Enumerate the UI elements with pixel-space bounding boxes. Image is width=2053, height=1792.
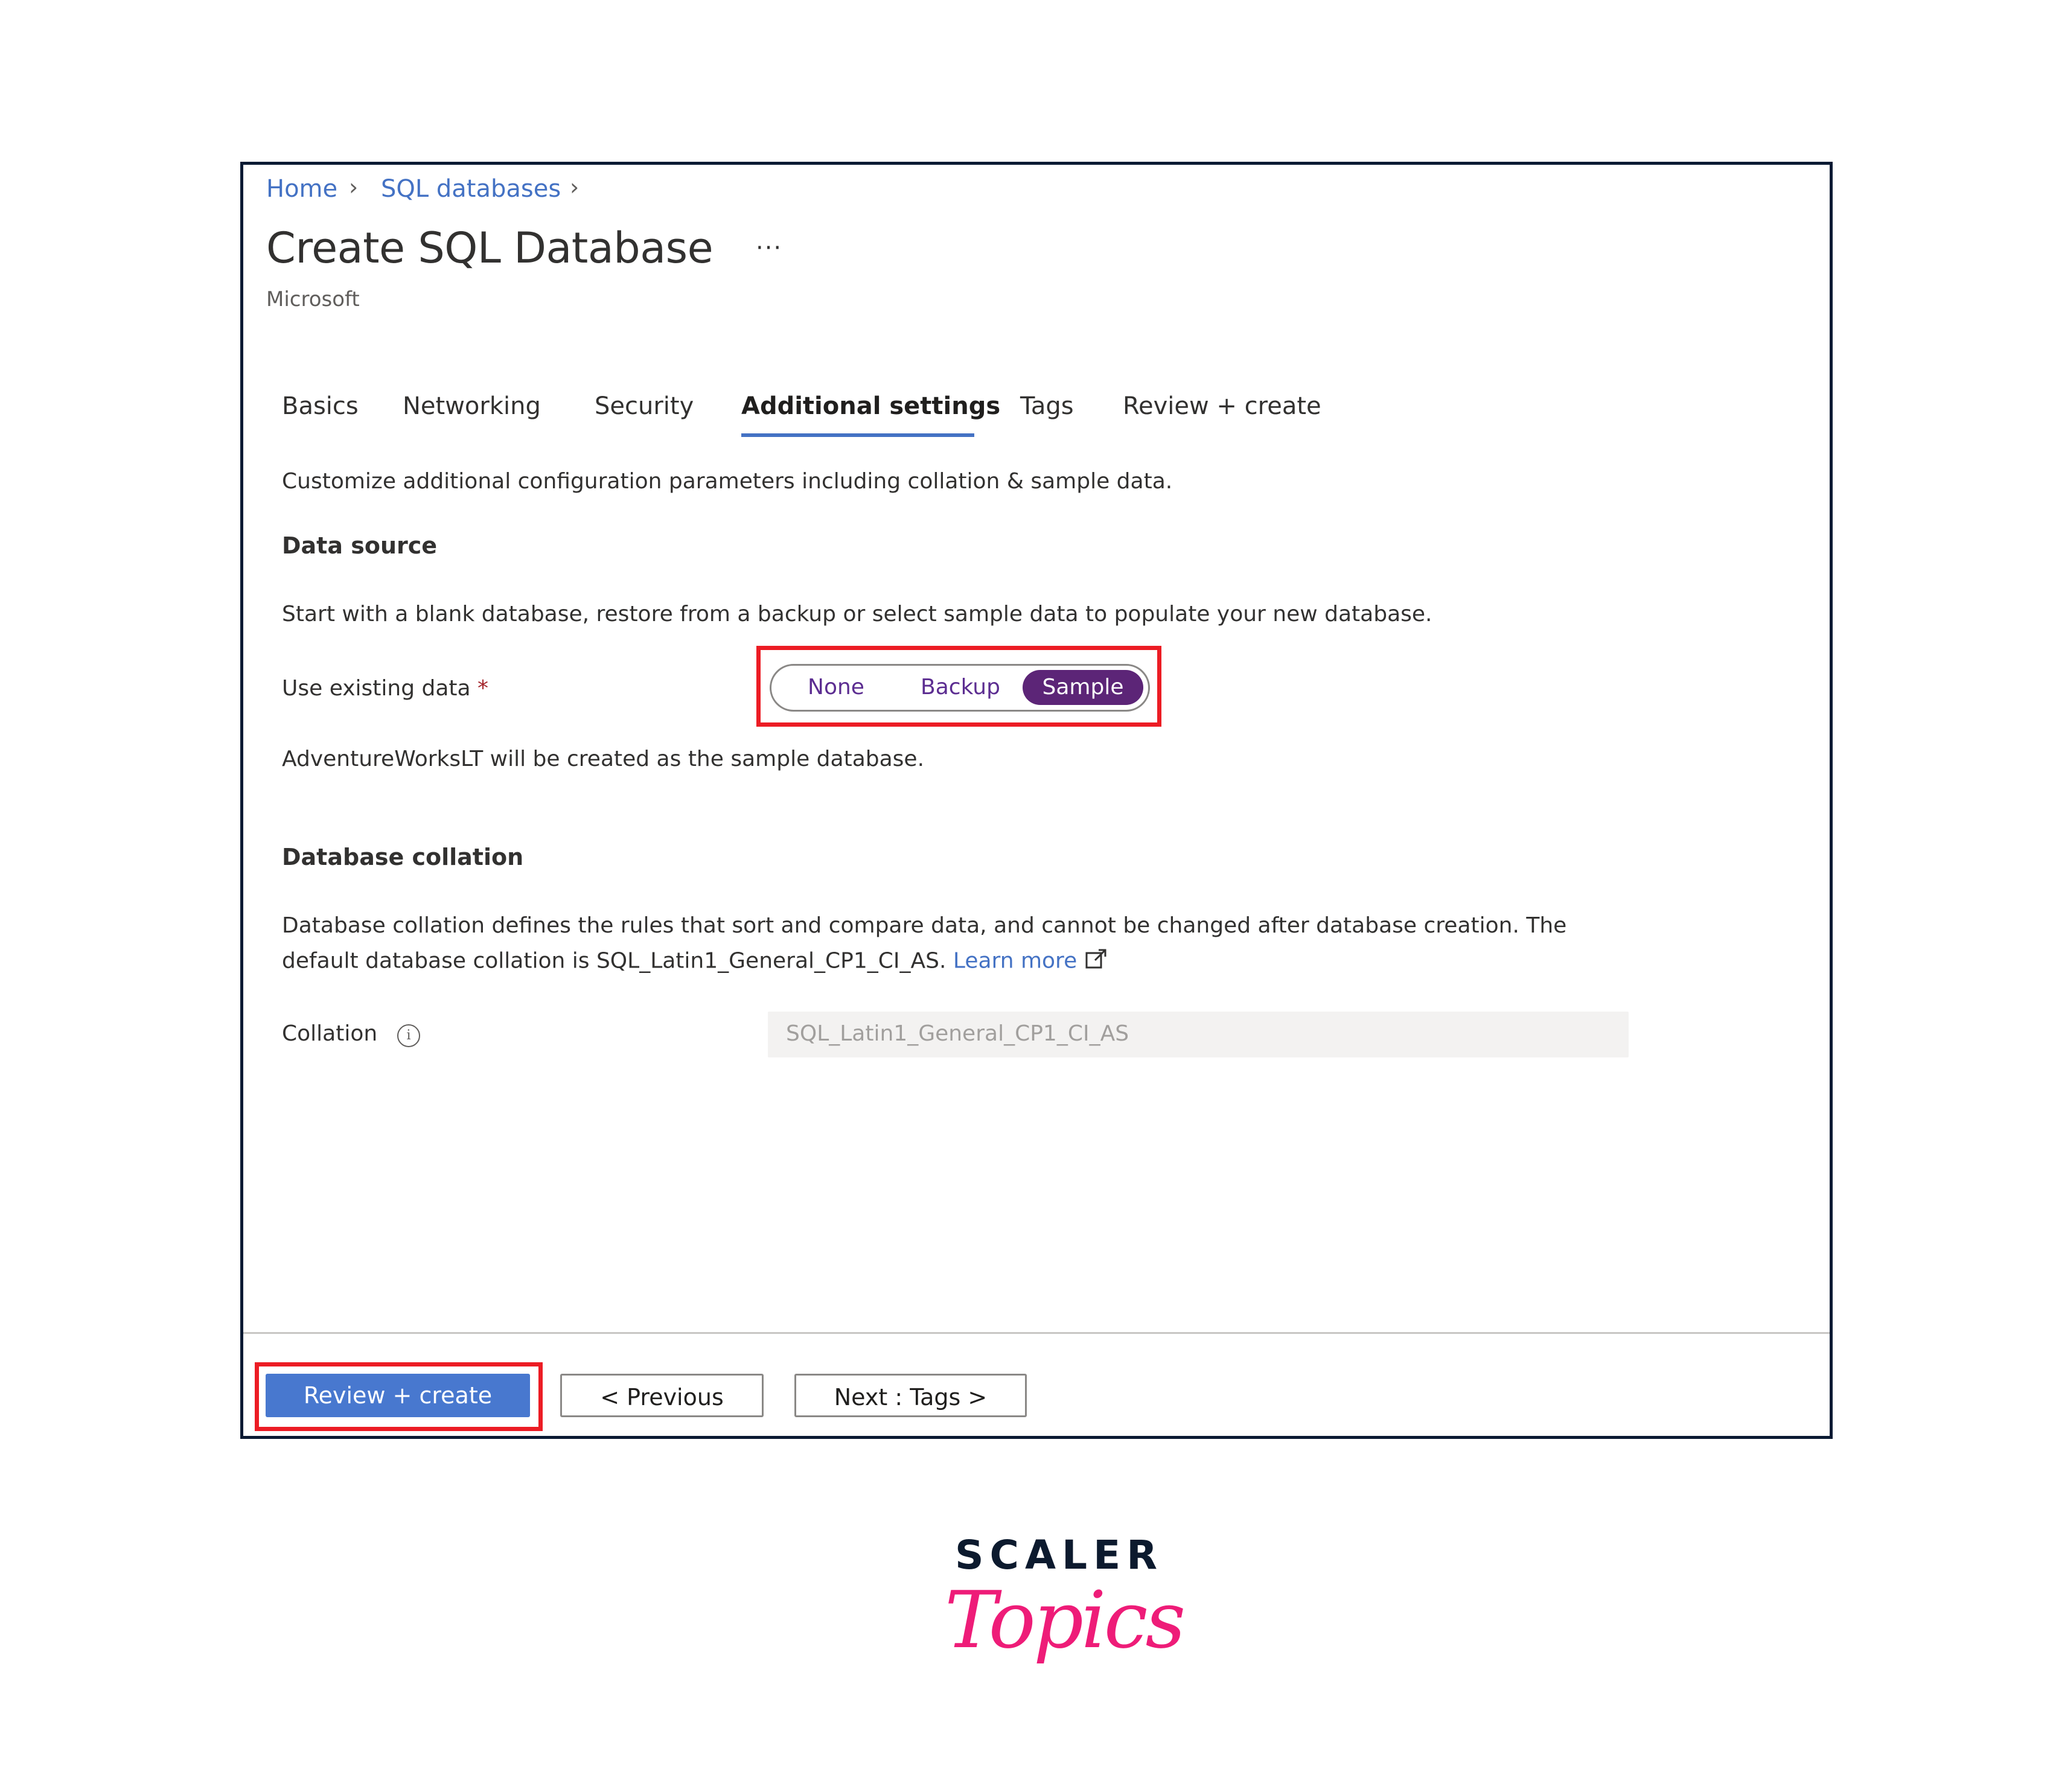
option-none[interactable]: None bbox=[785, 670, 887, 705]
collation-description-line1: Database collation defines the rules tha… bbox=[282, 913, 1567, 938]
collation-default-text: default database collation is SQL_Latin1… bbox=[282, 948, 947, 974]
previous-button[interactable]: < Previous bbox=[560, 1374, 764, 1417]
tab-tags[interactable]: Tags bbox=[1020, 392, 1074, 420]
more-options-icon[interactable]: ··· bbox=[756, 234, 782, 262]
use-existing-data-label: Use existing data * bbox=[282, 676, 488, 701]
topics-logo-text: Topics bbox=[945, 1574, 1186, 1666]
breadcrumb-home[interactable]: Home bbox=[266, 175, 337, 203]
chevron-right-icon: › bbox=[570, 174, 580, 200]
collation-label: Collation bbox=[282, 1021, 378, 1046]
collation-input-value: SQL_Latin1_General_CP1_CI_AS bbox=[786, 1021, 1129, 1046]
tab-review-create[interactable]: Review + create bbox=[1123, 392, 1321, 420]
review-create-button[interactable]: Review + create bbox=[266, 1374, 530, 1417]
page-title: Create SQL Database bbox=[266, 223, 714, 273]
database-collation-heading: Database collation bbox=[282, 844, 524, 870]
chevron-right-icon: › bbox=[349, 174, 359, 200]
intro-text: Customize additional configuration param… bbox=[282, 469, 1173, 494]
publisher-label: Microsoft bbox=[266, 287, 360, 311]
next-tags-button[interactable]: Next : Tags > bbox=[794, 1374, 1027, 1417]
tab-security[interactable]: Security bbox=[595, 392, 694, 420]
footer-divider bbox=[243, 1332, 1830, 1334]
field-label: Use existing data bbox=[282, 676, 471, 701]
tab-additional-settings[interactable]: Additional settings bbox=[741, 392, 1000, 420]
tab-basics[interactable]: Basics bbox=[282, 392, 359, 420]
active-tab-indicator bbox=[741, 433, 974, 437]
sample-note: AdventureWorksLT will be created as the … bbox=[282, 747, 925, 771]
external-link-icon[interactable] bbox=[1084, 947, 1108, 977]
collation-description-line2: default database collation is SQL_Latin1… bbox=[282, 947, 1108, 977]
required-asterisk: * bbox=[477, 676, 489, 701]
create-sql-database-panel bbox=[240, 162, 1833, 1439]
option-sample[interactable]: Sample bbox=[1023, 670, 1143, 705]
scaler-logo-text: SCALER bbox=[955, 1532, 1164, 1578]
data-source-description: Start with a blank database, restore fro… bbox=[282, 602, 1432, 627]
info-icon[interactable]: i bbox=[397, 1024, 420, 1047]
learn-more-link[interactable]: Learn more bbox=[953, 949, 1077, 974]
tab-networking[interactable]: Networking bbox=[403, 392, 541, 420]
data-source-heading: Data source bbox=[282, 532, 438, 559]
option-backup[interactable]: Backup bbox=[903, 670, 1018, 705]
breadcrumb-sql-databases[interactable]: SQL databases bbox=[381, 175, 561, 203]
